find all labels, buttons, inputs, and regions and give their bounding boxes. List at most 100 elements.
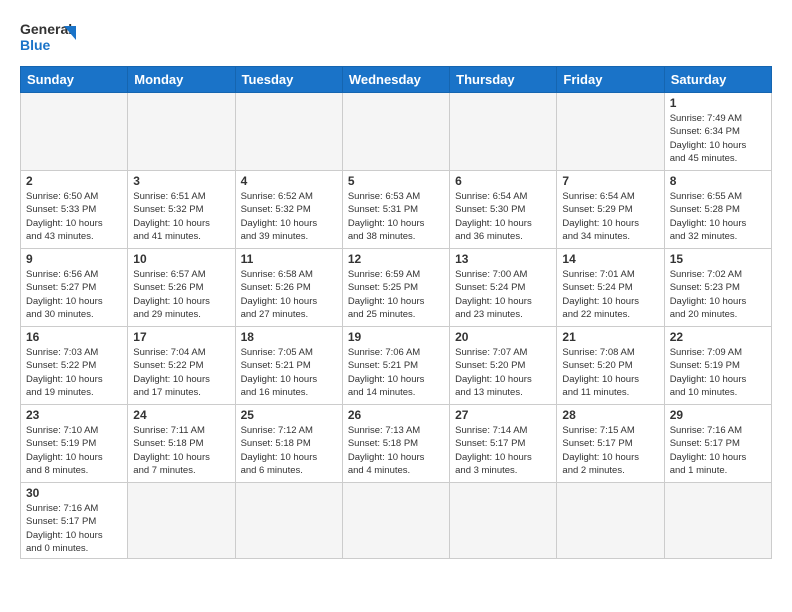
day-info: Sunrise: 7:06 AM Sunset: 5:21 PM Dayligh… [348, 346, 444, 399]
calendar-cell: 10 Sunrise: 6:57 AM Sunset: 5:26 PM Dayli… [128, 249, 235, 327]
day-number: 7 [562, 174, 658, 188]
calendar-cell: 19 Sunrise: 7:06 AM Sunset: 5:21 PM Dayli… [342, 327, 449, 405]
day-info: Sunrise: 7:11 AM Sunset: 5:18 PM Dayligh… [133, 424, 229, 477]
day-number: 30 [26, 486, 122, 500]
day-number: 3 [133, 174, 229, 188]
day-info: Sunrise: 7:02 AM Sunset: 5:23 PM Dayligh… [670, 268, 766, 321]
calendar-cell [128, 93, 235, 171]
day-number: 22 [670, 330, 766, 344]
page: GeneralBlue SundayMondayTuesdayWednesday… [0, 0, 792, 569]
calendar-cell [235, 93, 342, 171]
col-header-thursday: Thursday [450, 67, 557, 93]
day-number: 19 [348, 330, 444, 344]
day-number: 20 [455, 330, 551, 344]
day-info: Sunrise: 6:52 AM Sunset: 5:32 PM Dayligh… [241, 190, 337, 243]
day-info: Sunrise: 7:12 AM Sunset: 5:18 PM Dayligh… [241, 424, 337, 477]
calendar-table: SundayMondayTuesdayWednesdayThursdayFrid… [20, 66, 772, 559]
day-number: 11 [241, 252, 337, 266]
calendar-cell: 22 Sunrise: 7:09 AM Sunset: 5:19 PM Dayli… [664, 327, 771, 405]
header: GeneralBlue [20, 16, 772, 56]
day-info: Sunrise: 7:09 AM Sunset: 5:19 PM Dayligh… [670, 346, 766, 399]
calendar-cell [557, 93, 664, 171]
day-info: Sunrise: 7:05 AM Sunset: 5:21 PM Dayligh… [241, 346, 337, 399]
day-number: 25 [241, 408, 337, 422]
calendar-cell: 7 Sunrise: 6:54 AM Sunset: 5:29 PM Daylig… [557, 171, 664, 249]
day-number: 23 [26, 408, 122, 422]
day-info: Sunrise: 6:57 AM Sunset: 5:26 PM Dayligh… [133, 268, 229, 321]
day-info: Sunrise: 6:58 AM Sunset: 5:26 PM Dayligh… [241, 268, 337, 321]
day-info: Sunrise: 7:13 AM Sunset: 5:18 PM Dayligh… [348, 424, 444, 477]
day-number: 5 [348, 174, 444, 188]
calendar-cell: 14 Sunrise: 7:01 AM Sunset: 5:24 PM Dayli… [557, 249, 664, 327]
day-info: Sunrise: 6:54 AM Sunset: 5:30 PM Dayligh… [455, 190, 551, 243]
calendar-cell: 13 Sunrise: 7:00 AM Sunset: 5:24 PM Dayli… [450, 249, 557, 327]
day-info: Sunrise: 7:14 AM Sunset: 5:17 PM Dayligh… [455, 424, 551, 477]
calendar-cell: 11 Sunrise: 6:58 AM Sunset: 5:26 PM Dayli… [235, 249, 342, 327]
calendar-cell: 21 Sunrise: 7:08 AM Sunset: 5:20 PM Dayli… [557, 327, 664, 405]
day-number: 8 [670, 174, 766, 188]
day-info: Sunrise: 6:54 AM Sunset: 5:29 PM Dayligh… [562, 190, 658, 243]
calendar-cell [450, 483, 557, 559]
logo: GeneralBlue [20, 16, 80, 56]
svg-text:General: General [20, 21, 72, 37]
svg-text:Blue: Blue [20, 37, 51, 53]
calendar-cell: 24Sunrise: 7:11 AM Sunset: 5:18 PM Dayli… [128, 405, 235, 483]
day-info: Sunrise: 7:04 AM Sunset: 5:22 PM Dayligh… [133, 346, 229, 399]
calendar-cell: 27 Sunrise: 7:14 AM Sunset: 5:17 PM Dayli… [450, 405, 557, 483]
day-info: Sunrise: 6:50 AM Sunset: 5:33 PM Dayligh… [26, 190, 122, 243]
calendar-cell [342, 483, 449, 559]
calendar-cell: 3Sunrise: 6:51 AM Sunset: 5:32 PM Daylig… [128, 171, 235, 249]
day-number: 9 [26, 252, 122, 266]
calendar-cell [664, 483, 771, 559]
col-header-friday: Friday [557, 67, 664, 93]
calendar-cell [557, 483, 664, 559]
day-info: Sunrise: 6:55 AM Sunset: 5:28 PM Dayligh… [670, 190, 766, 243]
calendar-cell: 16 Sunrise: 7:03 AM Sunset: 5:22 PM Dayli… [21, 327, 128, 405]
calendar-cell [342, 93, 449, 171]
day-info: Sunrise: 7:15 AM Sunset: 5:17 PM Dayligh… [562, 424, 658, 477]
day-info: Sunrise: 6:56 AM Sunset: 5:27 PM Dayligh… [26, 268, 122, 321]
calendar-cell: 2 Sunrise: 6:50 AM Sunset: 5:33 PM Daylig… [21, 171, 128, 249]
col-header-wednesday: Wednesday [342, 67, 449, 93]
day-number: 29 [670, 408, 766, 422]
calendar-cell: 29Sunrise: 7:16 AM Sunset: 5:17 PM Dayli… [664, 405, 771, 483]
day-number: 4 [241, 174, 337, 188]
day-number: 10 [133, 252, 229, 266]
calendar-cell [128, 483, 235, 559]
day-number: 18 [241, 330, 337, 344]
day-info: Sunrise: 7:07 AM Sunset: 5:20 PM Dayligh… [455, 346, 551, 399]
day-number: 1 [670, 96, 766, 110]
calendar-cell [450, 93, 557, 171]
generalblue-logo-icon: GeneralBlue [20, 16, 80, 56]
day-number: 15 [670, 252, 766, 266]
calendar-cell: 1 Sunrise: 7:49 AM Sunset: 6:34 PM Daylig… [664, 93, 771, 171]
day-number: 14 [562, 252, 658, 266]
day-number: 16 [26, 330, 122, 344]
day-info: Sunrise: 7:49 AM Sunset: 6:34 PM Dayligh… [670, 112, 766, 165]
calendar-cell [21, 93, 128, 171]
calendar-cell: 17Sunrise: 7:04 AM Sunset: 5:22 PM Dayli… [128, 327, 235, 405]
day-info: Sunrise: 7:01 AM Sunset: 5:24 PM Dayligh… [562, 268, 658, 321]
calendar-cell: 26Sunrise: 7:13 AM Sunset: 5:18 PM Dayli… [342, 405, 449, 483]
calendar-cell: 6 Sunrise: 6:54 AM Sunset: 5:30 PM Daylig… [450, 171, 557, 249]
day-number: 2 [26, 174, 122, 188]
day-number: 13 [455, 252, 551, 266]
day-info: Sunrise: 7:00 AM Sunset: 5:24 PM Dayligh… [455, 268, 551, 321]
day-number: 27 [455, 408, 551, 422]
day-info: Sunrise: 7:03 AM Sunset: 5:22 PM Dayligh… [26, 346, 122, 399]
col-header-monday: Monday [128, 67, 235, 93]
day-info: Sunrise: 6:53 AM Sunset: 5:31 PM Dayligh… [348, 190, 444, 243]
day-number: 21 [562, 330, 658, 344]
day-info: Sunrise: 7:08 AM Sunset: 5:20 PM Dayligh… [562, 346, 658, 399]
calendar-cell [235, 483, 342, 559]
col-header-saturday: Saturday [664, 67, 771, 93]
calendar-cell: 30Sunrise: 7:16 AM Sunset: 5:17 PM Dayli… [21, 483, 128, 559]
calendar-cell: 8 Sunrise: 6:55 AM Sunset: 5:28 PM Daylig… [664, 171, 771, 249]
calendar-header-row: SundayMondayTuesdayWednesdayThursdayFrid… [21, 67, 772, 93]
calendar-cell: 4 Sunrise: 6:52 AM Sunset: 5:32 PM Daylig… [235, 171, 342, 249]
day-number: 12 [348, 252, 444, 266]
calendar-cell: 20 Sunrise: 7:07 AM Sunset: 5:20 PM Dayli… [450, 327, 557, 405]
day-number: 6 [455, 174, 551, 188]
day-number: 28 [562, 408, 658, 422]
col-header-sunday: Sunday [21, 67, 128, 93]
